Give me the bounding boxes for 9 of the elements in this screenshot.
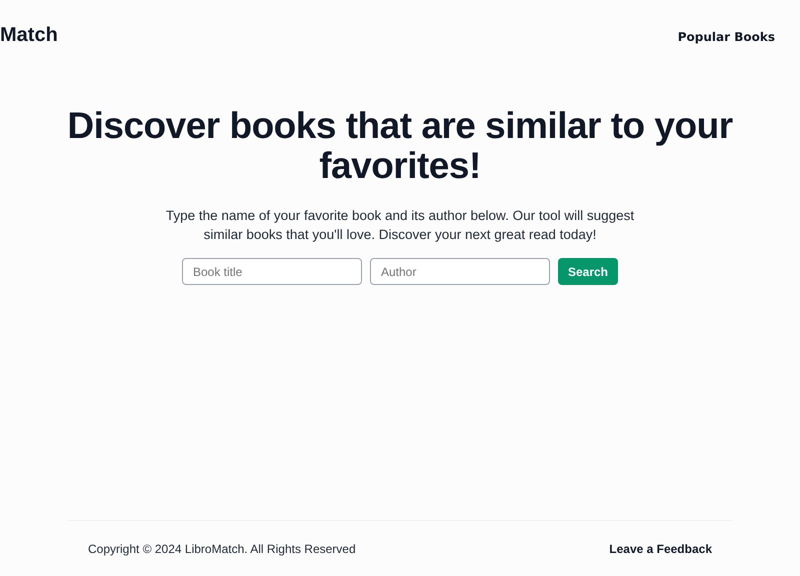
search-button[interactable]: Search: [558, 258, 618, 285]
hero-subtitle: Type the name of your favorite book and its author below. Our tool will suggest similar books that you'll love. Discover your next great read today!: [165, 207, 635, 244]
input-field[interactable]: Book title: [182, 258, 362, 285]
logo[interactable]: Match: [0, 24, 58, 46]
nav-link[interactable]: Popular Books: [678, 30, 775, 44]
feedback-link[interactable]: Leave a Feedback: [609, 542, 712, 556]
copyright-text: Copyright © 2024 LibroMatch. All Rights Reserved: [88, 542, 356, 556]
hero-title: Discover books that are similar to your favorites!: [66, 106, 734, 186]
input-field[interactable]: Author: [370, 258, 550, 285]
